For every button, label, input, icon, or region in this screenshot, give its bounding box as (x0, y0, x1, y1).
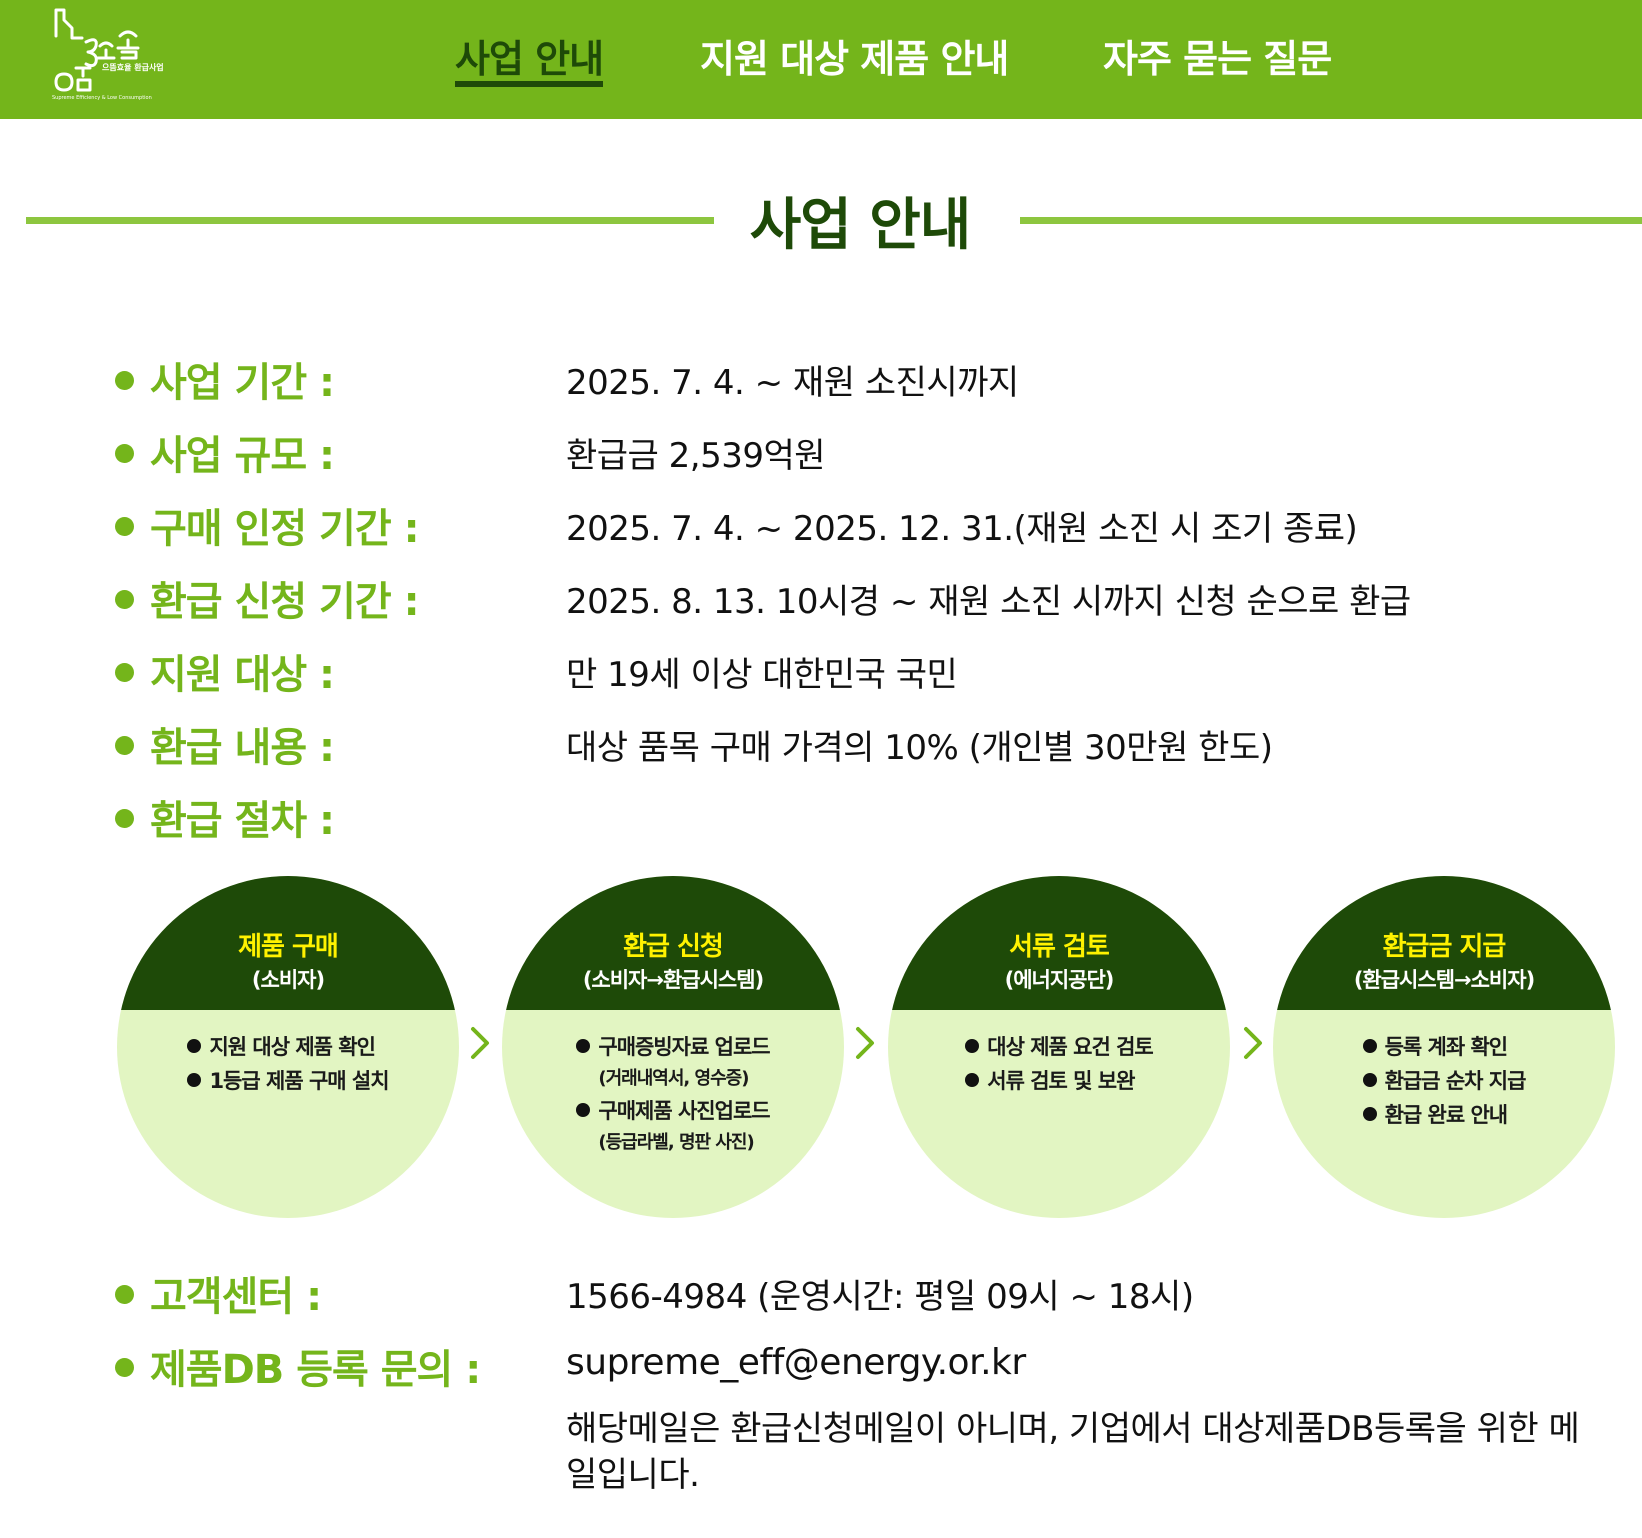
info-row-scale: 사업 규모 : 환급금 2,539억원 (0, 423, 1642, 483)
customer-center-phone[interactable]: 1566-4984 (운영시간: 평일 09시 ~ 18시) (566, 1269, 1194, 1318)
bullet-icon (1362, 1073, 1377, 1087)
info-label: 환급 신청 기간 : (115, 569, 420, 627)
title-divider-left (26, 217, 714, 224)
page-title: 사업 안내 (749, 193, 972, 258)
step-subtitle: (소비자→환급시스템) (582, 968, 764, 992)
bullet-icon (115, 662, 134, 682)
info-value: 만 19세 이상 대한민국 국민 (566, 655, 958, 695)
bullet-icon (115, 370, 134, 390)
nav-active-indicator (455, 81, 603, 87)
title-divider-right (1020, 217, 1642, 224)
info-label: 구매 인정 기간 : (115, 496, 420, 554)
bullet-icon (187, 1073, 202, 1087)
bullet-icon (965, 1039, 980, 1053)
email-note: 해당메일은 환급신청메일이 아니며, 기업에서 대상제품DB등록을 위한 메일입… (566, 1409, 1580, 1495)
info-row-purchase-period: 구매 인정 기간 : 2025. 7. 4. ~ 2025. 12. 31.(재… (0, 496, 1642, 556)
step-item-note: (등급라벨, 명판 사진) (598, 1132, 754, 1153)
step-item: 1등급 제품 구매 설치 (187, 1064, 390, 1098)
info-label: 고객센터 : (115, 1264, 322, 1322)
step-item: 등록 계좌 확인 (1362, 1030, 1526, 1064)
bullet-icon (1362, 1039, 1377, 1053)
bullet-icon (576, 1039, 591, 1053)
bullet-icon (115, 1357, 134, 1377)
info-value: 2025. 8. 13. 10시경 ~ 재원 소진 시까지 신청 순으로 환급 (566, 582, 1411, 622)
top-header: 으뜸효율 환급사업 Supreme Efficiency & Low Consu… (0, 0, 1642, 119)
info-label: 제품DB 등록 문의 : (115, 1337, 481, 1395)
bullet-icon (115, 1284, 134, 1304)
step-item: 지원 대상 제품 확인 (187, 1030, 388, 1064)
info-row-eligibility: 지원 대상 : 만 19세 이상 대한민국 국민 (0, 642, 1642, 702)
step-item: 구매증빙자료 업로드 (576, 1030, 771, 1064)
step-item: 대상 제품 요건 검토 (965, 1030, 1154, 1064)
bullet-icon (115, 589, 134, 609)
step-title: 환급금 지급 (1382, 932, 1507, 962)
step-subtitle: (소비자) (251, 968, 325, 992)
nav-faq[interactable]: 자주 묻는 질문 (1103, 28, 1332, 83)
bullet-icon (187, 1039, 202, 1053)
bullet-icon (115, 735, 134, 755)
nav-eligible-products[interactable]: 지원 대상 제품 안내 (700, 28, 1009, 83)
info-value: 대상 품목 구매 가격의 10% (개인별 30만원 한도) (566, 728, 1273, 768)
step-subtitle: (에너지공단) (1004, 968, 1115, 992)
info-row-refund-content: 환급 내용 : 대상 품목 구매 가격의 10% (개인별 30만원 한도) (0, 715, 1642, 775)
info-label: 사업 기간 : (115, 350, 335, 408)
info-row-customer-center: 고객센터 : 1566-4984 (운영시간: 평일 09시 ~ 18시) (0, 1264, 1642, 1324)
info-label: 지원 대상 : (115, 642, 335, 700)
info-value: 2025. 7. 4. ~ 2025. 12. 31.(재원 소진 시 조기 종… (566, 509, 1358, 549)
step-item: 환급금 순차 지급 (1362, 1064, 1526, 1098)
process-step-apply: 환급 신청 (소비자→환급시스템) 구매증빙자료 업로드 (거래내역서, 영수증… (502, 876, 844, 1218)
chevron-right-icon (856, 1027, 874, 1059)
chevron-right-icon (1244, 1027, 1262, 1059)
step-title: 제품 구매 (238, 932, 339, 962)
step-item: 환급 완료 안내 (1362, 1098, 1526, 1132)
info-label: 환급 절차 : (115, 788, 335, 846)
info-value: 2025. 7. 4. ~ 재원 소진시까지 (566, 363, 1019, 403)
step-item: 구매제품 사진업로드 (576, 1094, 771, 1128)
step-list: 구매증빙자료 업로드 (거래내역서, 영수증) 구매제품 사진업로드 (등급라벨… (502, 1030, 844, 1158)
step-title: 환급 신청 (623, 932, 724, 962)
process-step-payout: 환급금 지급 (환급시스템→소비자) 등록 계좌 확인 환급금 순차 지급 환급… (1273, 876, 1615, 1218)
step-list: 대상 제품 요건 검토 서류 검토 및 보완 (888, 1030, 1230, 1098)
step-title: 서류 검토 (1009, 932, 1110, 962)
bullet-icon (115, 443, 134, 463)
info-value: 환급금 2,539억원 (566, 436, 826, 476)
step-list: 지원 대상 제품 확인 1등급 제품 구매 설치 (117, 1030, 459, 1098)
info-row-db-inquiry: 제품DB 등록 문의 : supreme_eff@energy.or.kr (0, 1337, 1642, 1397)
info-label: 사업 규모 : (115, 423, 335, 481)
logo-tagline: Supreme Efficiency & Low Consumption (52, 95, 152, 101)
bullet-icon (965, 1073, 980, 1087)
process-step-review: 서류 검토 (에너지공단) 대상 제품 요건 검토 서류 검토 및 보완 (888, 876, 1230, 1218)
nav-business-info[interactable]: 사업 안내 (455, 28, 604, 83)
db-inquiry-email-link[interactable]: supreme_eff@energy.or.kr (566, 1342, 1026, 1383)
chevron-right-icon (471, 1027, 489, 1059)
info-row-period: 사업 기간 : 2025. 7. 4. ~ 재원 소진시까지 (0, 350, 1642, 410)
bullet-icon (115, 808, 134, 828)
info-row-refund-procedure: 환급 절차 : (0, 788, 1642, 848)
process-step-purchase: 제품 구매 (소비자) 지원 대상 제품 확인 1등급 제품 구매 설치 (117, 876, 459, 1218)
bullet-icon (1362, 1107, 1377, 1121)
bullet-icon (576, 1103, 591, 1117)
bullet-icon (115, 516, 134, 536)
main-nav: 사업 안내 지원 대상 제품 안내 자주 묻는 질문 (0, 28, 1642, 88)
step-item-note: (거래내역서, 영수증) (598, 1068, 749, 1089)
info-row-application-period: 환급 신청 기간 : 2025. 8. 13. 10시경 ~ 재원 소진 시까지… (0, 569, 1642, 629)
step-list: 등록 계좌 확인 환급금 순차 지급 환급 완료 안내 (1273, 1030, 1615, 1132)
info-label: 환급 내용 : (115, 715, 335, 773)
step-item: 서류 검토 및 보완 (965, 1064, 1153, 1098)
step-subtitle: (환급시스템→소비자) (1353, 968, 1535, 992)
